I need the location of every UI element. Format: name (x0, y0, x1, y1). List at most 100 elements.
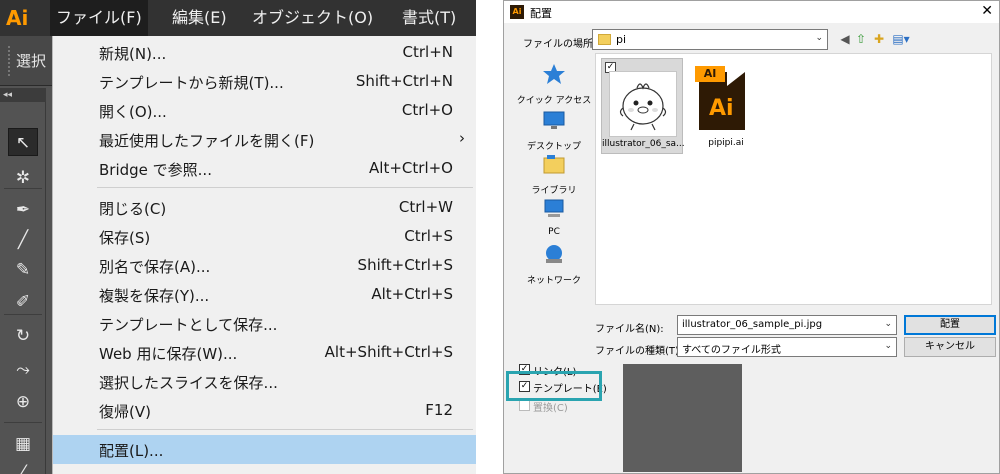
filename-value: illustrator_06_sample_pi.jpg (682, 319, 823, 330)
chevron-down-icon[interactable]: ⌄ (884, 341, 892, 351)
menu-item[interactable]: 配置(L)... (53, 435, 476, 464)
chevron-down-icon[interactable]: ⌄ (884, 319, 892, 329)
menu-item-label: 閉じる(C) (99, 200, 167, 218)
dialog-title: 配置 (530, 7, 552, 20)
filetype-select[interactable]: すべてのファイル形式 ⌄ (677, 337, 897, 357)
menu-item-shortcut: Shift+Ctrl+N (355, 72, 453, 90)
preview-area (623, 364, 742, 472)
menu-type[interactable]: 書式(T) (396, 0, 462, 36)
places-sidebar: クイック アクセス デスクトップ ライブラリ PC ネットワーク (514, 53, 594, 347)
file-list: ✓ illustrator_06_sa... Ai AI pipipi.ai (595, 53, 992, 305)
file-item-jpg[interactable]: ✓ illustrator_06_sa... (601, 58, 684, 154)
menu-item[interactable]: 復帰(V) F12 (53, 396, 476, 425)
menu-item[interactable]: 複製を保存(Y)... Alt+Ctrl+S (53, 280, 476, 309)
menubar: Ai ファイル(F) 編集(E) オブジェクト(O) 書式(T) (0, 0, 476, 36)
cancel-button[interactable]: キャンセル (904, 337, 996, 357)
desktop-icon (542, 109, 566, 131)
filetype-value: すべてのファイル形式 (682, 345, 781, 356)
checkbox-empty-icon (519, 400, 530, 411)
menu-item-shortcut: Alt+Ctrl+O (369, 159, 453, 177)
menu-item-shortcut: Ctrl+N (402, 43, 453, 61)
menu-item-label: 配置(L)... (99, 442, 164, 460)
file-name: pipipi.ai (708, 138, 744, 148)
filename-input[interactable]: illustrator_06_sample_pi.jpg ⌄ (677, 315, 897, 335)
up-folder-icon[interactable]: ⇧ (854, 31, 868, 47)
tools-panel: ◂◂ ↖ ✲ ✒ ╱ ✎ ✐ ↻ ⤳ ⊕ ▦ ⁄ (0, 88, 46, 474)
menu-edit[interactable]: 編集(E) (166, 0, 233, 36)
menu-item-label: テンプレートとして保存... (99, 316, 278, 334)
file-menu-dropdown: 新規(N)... Ctrl+N テンプレートから新規(T)... Shift+Ctrl… (52, 36, 476, 474)
illustrator-window: Ai ファイル(F) 編集(E) オブジェクト(O) 書式(T) 選択 ◂◂ ↖… (0, 0, 476, 474)
dialog-titlebar: Ai 配置 ✕ (504, 1, 999, 23)
view-menu-icon[interactable]: ▤▾ (890, 31, 912, 47)
menu-item-label: テンプレートから新規(T)... (99, 74, 284, 92)
place-desktop[interactable]: デスクトップ (514, 109, 594, 159)
ai-app-icon: Ai (510, 5, 524, 19)
place-label: ネットワーク (526, 276, 581, 286)
menu-item-label: 開く(O)... (99, 103, 167, 121)
new-folder-icon[interactable]: ✚ (872, 31, 886, 47)
place-label: デスクトップ (526, 142, 581, 152)
eyedropper-icon[interactable]: ⁄ (8, 458, 38, 474)
menu-separator (97, 187, 473, 188)
filetype-label: ファイルの種類(T): (595, 346, 683, 357)
close-icon[interactable]: ✕ (981, 3, 993, 19)
pen-tool-icon[interactable]: ✒ (8, 196, 38, 224)
menu-item[interactable]: 開く(O)... Ctrl+O (53, 96, 476, 125)
menu-item[interactable]: Web 用に保存(W)... Alt+Shift+Ctrl+S (53, 338, 476, 367)
menu-item[interactable]: テンプレートから新規(T)... Shift+Ctrl+N (53, 67, 476, 96)
menu-item[interactable]: 閉じる(C) Ctrl+W (53, 193, 476, 222)
menu-item[interactable]: 保存(S) Ctrl+S (53, 222, 476, 251)
place-label: クイック アクセス (516, 96, 592, 106)
menu-item-label: 保存(S) (99, 229, 151, 247)
location-value: pi (616, 33, 627, 46)
free-transform-icon[interactable]: ⊕ (8, 388, 38, 416)
menu-item-label: 別名で保存(A)... (99, 258, 211, 276)
paintbrush-icon[interactable]: ✎ (8, 256, 38, 284)
menu-item[interactable]: テンプレートとして保存... (53, 309, 476, 338)
place-button[interactable]: 配置 (904, 315, 996, 335)
tool-separator (4, 422, 42, 423)
menu-item[interactable]: 選択したスライスを保存... (53, 367, 476, 396)
panel-grip-icon[interactable] (8, 46, 12, 76)
menu-item-shortcut: Ctrl+O (401, 101, 453, 119)
menu-item-shortcut: Shift+Ctrl+S (357, 256, 453, 274)
collapse-icon[interactable]: ◂◂ (0, 88, 46, 102)
place-library[interactable]: ライブラリ (514, 153, 594, 203)
menu-file[interactable]: ファイル(F) (50, 0, 148, 36)
menu-item-label: Bridge で参照... (99, 161, 212, 179)
tool-separator (4, 314, 42, 315)
menu-separator (97, 429, 473, 430)
menu-item[interactable]: 新規(N)... Ctrl+N (53, 38, 476, 67)
line-tool-icon[interactable]: ╱ (8, 226, 38, 254)
place-quick-access-star[interactable]: クイック アクセス (514, 63, 594, 113)
rotate-tool-icon[interactable]: ↻ (8, 322, 38, 350)
filename-label: ファイル名(N): (595, 324, 664, 335)
quick-access-star-icon (542, 63, 566, 85)
place-pc[interactable]: PC (514, 197, 594, 247)
library-icon (542, 153, 566, 175)
file-name: illustrator_06_sa... (602, 139, 684, 149)
menu-item-shortcut: Ctrl+S (404, 227, 453, 245)
menu-item-label: 復帰(V) (99, 403, 151, 421)
location-combobox[interactable]: pi ⌄ (592, 29, 828, 50)
pc-icon (542, 197, 566, 219)
menu-item-label: 選択したスライスを保存... (99, 374, 278, 392)
place-label: PC (548, 227, 560, 237)
menu-item[interactable]: Bridge で参照... Alt+Ctrl+O (53, 154, 476, 183)
menu-item[interactable]: 最近使用したファイルを開く(F) › (53, 125, 476, 154)
place-network[interactable]: ネットワーク (514, 243, 594, 293)
control-bar-label: 選択 (16, 52, 47, 70)
screenshot-root: Ai ファイル(F) 編集(E) オブジェクト(O) 書式(T) 選択 ◂◂ ↖… (0, 0, 1000, 474)
menu-object[interactable]: オブジェクト(O) (246, 0, 379, 36)
shape-builder-icon[interactable]: ▦ (8, 430, 38, 458)
menu-item[interactable]: 別名で保存(A)... Shift+Ctrl+S (53, 251, 476, 280)
width-tool-icon[interactable]: ⤳ (8, 356, 38, 384)
selection-arrow-icon[interactable]: ↖ (8, 128, 38, 156)
file-item-ai[interactable]: Ai AI pipipi.ai (685, 58, 767, 154)
back-icon[interactable]: ◀ (838, 31, 852, 47)
chevron-down-icon[interactable]: ⌄ (815, 33, 823, 43)
shaper-tool-icon[interactable]: ✐ (8, 288, 38, 316)
ai-logo: Ai (6, 6, 29, 30)
place-label: ライブラリ (531, 186, 577, 196)
